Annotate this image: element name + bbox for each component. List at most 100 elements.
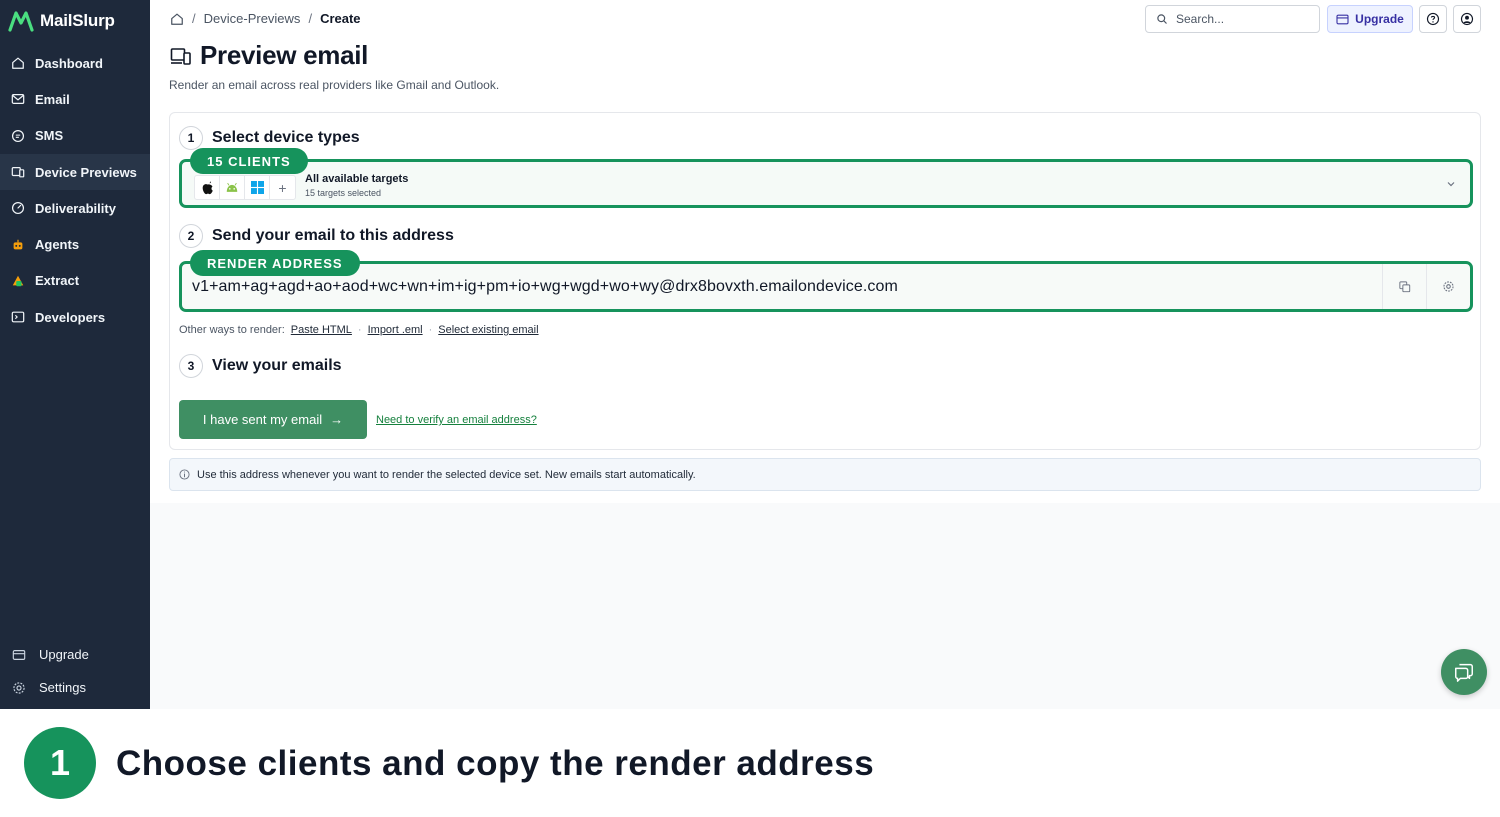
render-address-field[interactable]: RENDER ADDRESS v1+am+ag+agd+ao+aod+wc+wn… xyxy=(179,250,1473,312)
gear-icon xyxy=(13,681,25,694)
sidebar-item-label: Developers xyxy=(35,309,106,325)
search-icon xyxy=(1157,14,1167,24)
sidebar-nav: Dashboard Email SMS Device Previews Deli… xyxy=(0,45,150,335)
robot-icon xyxy=(13,239,23,249)
main-content: / Device-Previews / Create Upgrade Previ… xyxy=(150,0,1500,709)
arrow-right-icon: → xyxy=(330,412,344,427)
sidebar-item-label: Dashboard xyxy=(35,55,103,71)
page-header: Preview email xyxy=(170,40,368,71)
main-panel: / Device-Previews / Create Upgrade Previ… xyxy=(150,0,1500,503)
render-address-value[interactable]: v1+am+ag+agd+ao+aod+wc+wn+im+ig+pm+io+wg… xyxy=(192,278,898,296)
mail-icon xyxy=(11,94,25,105)
sidebar-item-label: Device Previews xyxy=(35,164,137,180)
user-icon xyxy=(1460,12,1474,26)
sidebar-item-dashboard[interactable]: Dashboard xyxy=(0,45,150,81)
step-title: Send your email to this address xyxy=(212,227,454,244)
add-client-icon[interactable]: + xyxy=(270,176,295,199)
sidebar-item-sms[interactable]: SMS xyxy=(0,118,150,154)
sidebar-item-device-previews[interactable]: Device Previews xyxy=(0,153,150,191)
gauge-icon xyxy=(11,202,25,215)
sidebar-item-developers[interactable]: Developers xyxy=(0,299,150,335)
page-title: Preview email xyxy=(200,40,369,70)
sidebar-item-email[interactable]: Email xyxy=(0,81,150,117)
sidebar-item-label: Agents xyxy=(35,237,80,253)
targets-count: 15 targets selected xyxy=(305,188,382,198)
android-icon xyxy=(220,176,245,199)
card-icon xyxy=(1336,14,1349,24)
apple-icon xyxy=(195,176,220,199)
breadcrumb-section[interactable]: Device-Previews xyxy=(204,11,301,26)
client-icons: + xyxy=(194,175,296,200)
sidebar-bottom-nav: Upgrade Settings xyxy=(0,638,150,704)
upgrade-button[interactable]: Upgrade xyxy=(1327,5,1413,33)
gear-icon xyxy=(1443,281,1454,292)
brand[interactable]: MailSlurp xyxy=(8,10,115,32)
sidebar-item-label: Settings xyxy=(39,680,86,695)
clients-count-badge: 15 CLIENTS xyxy=(190,148,308,174)
search-box[interactable] xyxy=(1145,5,1320,33)
breadcrumb-separator: / xyxy=(308,11,313,26)
step-number: 2 xyxy=(179,224,203,248)
breadcrumb: / Device-Previews / Create xyxy=(170,11,361,26)
other-ways-label: Other ways to render: xyxy=(179,324,285,336)
sidebar-item-upgrade[interactable]: Upgrade xyxy=(0,638,150,671)
help-icon xyxy=(1426,12,1440,26)
step-number: 3 xyxy=(179,354,203,378)
sidebar: MailSlurp Dashboard Email SMS Device Pre… xyxy=(0,0,150,709)
copy-icon xyxy=(1398,280,1410,292)
sidebar-item-label: Email xyxy=(35,91,70,107)
sent-email-button-label: I have sent my email xyxy=(202,412,323,427)
verify-email-link[interactable]: Need to verify an email address? xyxy=(376,414,537,426)
sent-email-button[interactable]: I have sent my email → xyxy=(179,400,367,439)
chevron-down-icon[interactable] xyxy=(1446,180,1456,188)
help-button[interactable] xyxy=(1419,5,1447,33)
step-3-header: 3 View your emails xyxy=(179,354,342,378)
terminal-icon xyxy=(11,311,25,323)
sidebar-item-label: Extract xyxy=(35,273,80,289)
sidebar-item-label: SMS xyxy=(35,128,64,144)
step-caption: 1 Choose clients and copy the render add… xyxy=(0,709,1500,817)
info-text: Use this address whenever you want to re… xyxy=(197,468,696,481)
sidebar-item-settings[interactable]: Settings xyxy=(0,671,150,704)
step-2-header: 2 Send your email to this address xyxy=(179,224,454,248)
preview-card: 1 Select device types 15 CLIENTS + All a… xyxy=(169,112,1481,450)
chat-icon xyxy=(1455,663,1473,682)
select-existing-email-link[interactable]: Select existing email xyxy=(438,324,538,336)
upgrade-button-label: Upgrade xyxy=(1355,12,1404,26)
account-button[interactable] xyxy=(1453,5,1481,33)
devices-icon xyxy=(11,167,25,178)
link-separator: · xyxy=(428,324,433,336)
card-icon xyxy=(12,649,26,660)
devices-icon xyxy=(170,47,191,65)
info-icon xyxy=(179,469,190,480)
chat-bubble-icon xyxy=(11,129,25,142)
step-1-header: 1 Select device types xyxy=(179,126,360,150)
chat-support-button[interactable] xyxy=(1441,649,1487,695)
copy-address-button[interactable] xyxy=(1382,264,1426,309)
device-type-select[interactable]: 15 CLIENTS + All available targets 15 ta… xyxy=(179,148,1473,208)
page-subtitle: Render an email across real providers li… xyxy=(169,78,500,92)
step-title: Select device types xyxy=(212,129,360,146)
step-number: 1 xyxy=(179,126,203,150)
info-banner: Use this address whenever you want to re… xyxy=(169,458,1481,491)
mailslurp-logo-icon xyxy=(8,11,34,32)
sidebar-item-deliverability[interactable]: Deliverability xyxy=(0,190,150,226)
search-input[interactable] xyxy=(1176,12,1306,26)
home-icon[interactable] xyxy=(170,12,184,26)
import-eml-link[interactable]: Import .eml xyxy=(368,324,423,336)
link-separator: · xyxy=(357,324,362,336)
step-title: View your emails xyxy=(212,357,342,374)
sidebar-item-extract[interactable]: Extract xyxy=(0,263,150,299)
targets-title: All available targets xyxy=(305,173,409,185)
extract-icon xyxy=(12,275,24,287)
paste-html-link[interactable]: Paste HTML xyxy=(291,324,352,336)
render-address-badge: RENDER ADDRESS xyxy=(190,250,360,276)
sidebar-item-label: Upgrade xyxy=(39,647,89,662)
sidebar-item-label: Deliverability xyxy=(35,200,116,216)
home-icon xyxy=(12,57,24,70)
breadcrumb-separator: / xyxy=(192,11,196,26)
address-settings-button[interactable] xyxy=(1426,264,1470,309)
brand-name: MailSlurp xyxy=(40,11,115,30)
sidebar-item-agents[interactable]: Agents xyxy=(0,226,150,262)
breadcrumb-current: Create xyxy=(320,11,361,26)
